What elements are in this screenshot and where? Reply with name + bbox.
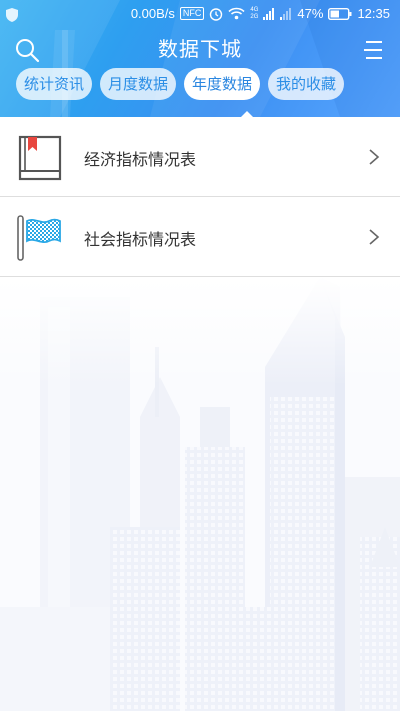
nfc-icon: NFC [179,7,205,20]
wifi-icon [228,7,245,20]
tab-monthly-data[interactable]: 月度数据 [100,68,177,100]
net-type-bottom: 2G [250,13,259,20]
battery-icon [328,7,352,20]
app-header: 0.00B/s NFC 4G 2G 47% 12:35 数据下城 统计资讯 月度… [0,0,400,117]
list-item-social[interactable]: 社会指标情况表 [0,197,400,277]
signal-icon-1 [263,7,275,20]
list-item-label: 社会指标情况表 [84,230,197,249]
page-title: 数据下城 [158,37,242,61]
clock: 12:35 [357,6,390,21]
network-type-label: 4G 2G [250,7,258,21]
signal-icon-2 [280,7,292,20]
list-item-label: 经济指标情况表 [84,150,197,169]
network-speed: 0.00B/s [130,6,175,21]
city-skyline-background [0,277,400,711]
tab-annual-data[interactable]: 年度数据 [184,68,261,100]
tab-favorites[interactable]: 我的收藏 [268,68,345,100]
flag-icon [17,215,61,261]
list-item-economic[interactable]: 经济指标情况表 [0,117,400,197]
chevron-right-icon [369,229,380,245]
chevron-right-icon [369,149,380,165]
menu-icon[interactable] [362,39,384,61]
tab-news[interactable]: 统计资讯 [16,68,93,100]
net-type-top: 4G [250,6,259,13]
battery-percent: 47% [297,6,324,21]
book-icon [18,135,62,181]
category-tabs: 统计资讯 月度数据 年度数据 我的收藏 [16,68,345,100]
alarm-icon [210,7,223,21]
report-list: 经济指标情况表 社会指标情况表 [0,117,400,277]
shield-icon [6,8,18,22]
status-bar: 0.00B/s NFC 4G 2G 47% 12:35 [0,0,400,30]
